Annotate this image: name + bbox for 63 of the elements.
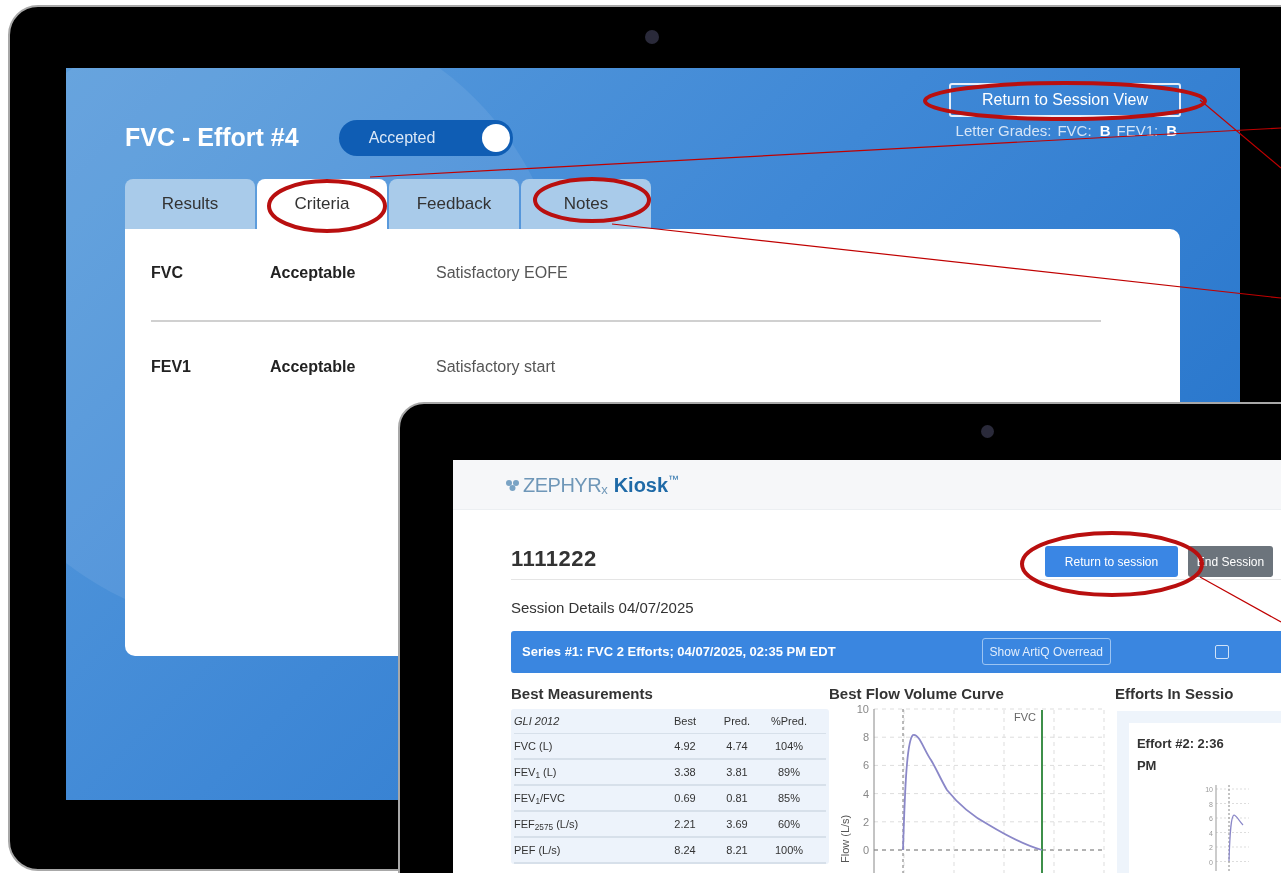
grade-name: FVC: [1057, 120, 1092, 141]
return-to-session-view-button[interactable]: Return to Session View [949, 83, 1181, 117]
column-header: %Pred. [769, 713, 809, 729]
session-details-heading: Session Details 04/07/2025 [511, 598, 695, 618]
flow-curve-heading: Best Flow Volume Curve [829, 683, 1005, 704]
table-cell-text: 85% [777, 790, 801, 806]
result-label: Acceptable [270, 356, 357, 377]
return-to-session-button[interactable]: Return to session [1045, 546, 1178, 577]
effort-title: FVC - Effort #4 [125, 122, 299, 153]
brand-name: ZEPHYR [523, 472, 602, 498]
table-cell-text: FVC (L) [514, 738, 554, 754]
table-cell-text: 3.38 [673, 764, 697, 780]
table-cell-text: 89% [777, 764, 801, 780]
toggle-knob-icon [481, 123, 510, 152]
fvc-marker-label: FVC [1014, 711, 1036, 723]
brand-rx: x [601, 481, 608, 499]
table-cell-text: FEF$_{2575}$ (L/s) [514, 816, 580, 833]
lungs-logo-icon [505, 477, 521, 492]
trademark: ™ [668, 472, 680, 488]
column-header: Pred. [722, 713, 752, 729]
tab[interactable]: Feedback [389, 178, 519, 229]
table-cell-text: 0.69 [673, 790, 697, 806]
table-cell-text: 100% [773, 842, 805, 858]
result-label: Acceptable [270, 262, 357, 283]
grade-value: B [1099, 120, 1111, 141]
measure-name: FVC [151, 262, 184, 283]
y-tick-label: 10 [856, 705, 869, 715]
table-cell-text: 4.92 [673, 738, 697, 754]
table-cell-text: FEV$_{1}$ (L) [514, 764, 558, 781]
table-cell-text: 4.74 [725, 738, 749, 754]
criteria-comment: Satisfactory start [436, 356, 556, 377]
tab[interactable]: Results [125, 178, 255, 229]
table-cell-text: 3.81 [725, 764, 749, 780]
y-tick-label: 2 [862, 815, 869, 828]
criteria-comment: Satisfactory EOFE [436, 262, 568, 283]
show-overread-button[interactable]: Show ArtiQ Overread [981, 638, 1111, 665]
best-measurements-heading: Best Measurements [511, 683, 654, 704]
accepted-toggle[interactable]: Accepted [338, 119, 513, 156]
table-cell-text: 60% [777, 816, 801, 832]
product-name: Kiosk [613, 472, 669, 498]
table-cell-text: PEF (L/s) [514, 842, 562, 858]
efforts-heading: Efforts In Sessio [1114, 683, 1235, 704]
table-cell-text: 8.24 [673, 842, 697, 858]
effort-card-title: Effort #2: 2:36 PM [1136, 735, 1225, 775]
table-cell-text: FEV$_{1}$/FVC [514, 790, 567, 807]
y-tick-label: 4 [862, 787, 869, 800]
table-cell-text: 2.21 [673, 816, 697, 832]
column-header: GLI 2012 [514, 713, 561, 729]
column-header: Best [673, 713, 697, 729]
session-id-title: 1111222 [511, 545, 597, 573]
y-axis-label: Flow (L/s) [839, 814, 851, 863]
table-cell-text: 8.21 [725, 842, 749, 858]
measure-name: FEV1 [151, 356, 192, 377]
y-tick-label: 8 [862, 731, 869, 744]
series-checkbox[interactable] [1215, 644, 1229, 659]
letter-grades-label: Letter Grades: [955, 120, 1052, 141]
grade-name: FEV1: [1116, 120, 1159, 141]
table-cell-text: 104% [773, 738, 805, 754]
table-cell-text: 3.69 [725, 816, 749, 832]
series-title: Series #1: FVC 2 Efforts; 04/07/2025, 02:35 PM EDT [522, 642, 836, 661]
y-tick-label: 0 [862, 844, 869, 856]
y-tick-label: 6 [862, 759, 869, 772]
table-cell-text: 0.81 [725, 790, 749, 806]
